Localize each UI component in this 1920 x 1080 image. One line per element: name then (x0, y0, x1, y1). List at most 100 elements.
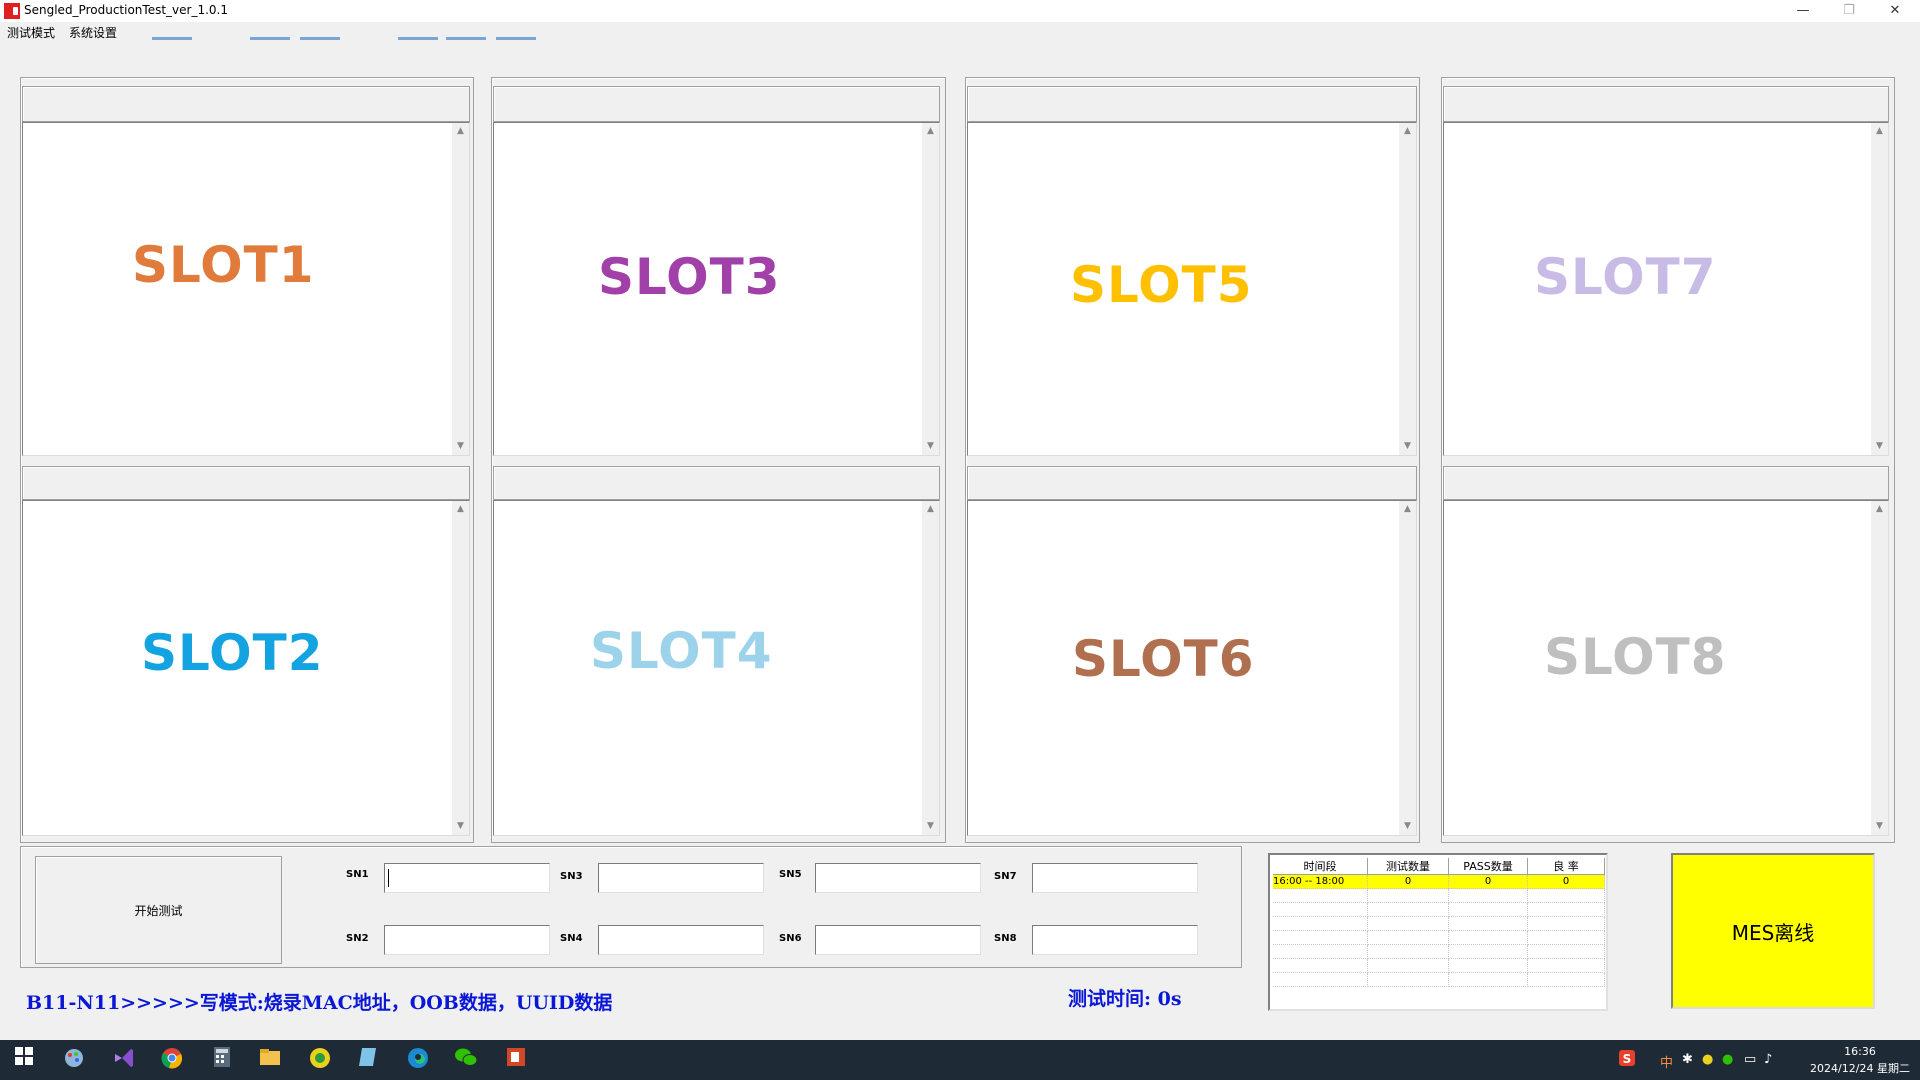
vertical-scrollbar[interactable]: ▲ ▼ (1871, 501, 1888, 835)
vertical-scrollbar[interactable]: ▲ ▼ (1399, 501, 1416, 835)
stats-cell (1367, 930, 1449, 945)
stats-cell (1367, 958, 1449, 973)
chrome-icon[interactable] (158, 1046, 186, 1074)
stats-row[interactable] (1273, 930, 1605, 945)
stats-cell: 0 (1448, 874, 1528, 889)
scroll-down-icon[interactable]: ▼ (452, 438, 469, 455)
scroll-up-icon[interactable]: ▲ (452, 501, 469, 518)
tray-wechat-icon[interactable]: ● (1722, 1052, 1733, 1067)
vertical-scrollbar[interactable]: ▲ ▼ (1871, 123, 1888, 455)
slot-label-4: SLOT4 (590, 622, 773, 680)
notepad-icon[interactable] (354, 1046, 382, 1074)
scroll-up-icon[interactable]: ▲ (452, 123, 469, 140)
sn2-input[interactable] (384, 925, 550, 955)
minimize-button[interactable]: — (1780, 0, 1826, 22)
visual-studio-icon[interactable] (110, 1046, 138, 1074)
stats-cell (1367, 902, 1449, 917)
stats-cell (1273, 888, 1368, 903)
stats-cell (1273, 972, 1368, 987)
slot-header-bar (1443, 86, 1889, 122)
chrome-active-indicator (152, 37, 192, 40)
stats-row[interactable]: 16:00 -- 18:00 0 0 0 (1273, 874, 1605, 889)
stats-row[interactable] (1273, 916, 1605, 931)
sogou-icon[interactable]: S (1618, 1049, 1636, 1071)
sn8-input[interactable] (1032, 925, 1198, 955)
stats-row[interactable] (1273, 888, 1605, 903)
scroll-down-icon[interactable]: ▼ (922, 438, 939, 455)
slot-label-7: SLOT7 (1534, 248, 1717, 306)
wechat-icon[interactable] (452, 1046, 480, 1074)
stats-cell (1448, 930, 1528, 945)
stats-cell (1273, 902, 1368, 917)
scroll-down-icon[interactable]: ▼ (1399, 818, 1416, 835)
stats-cell (1527, 958, 1605, 973)
network-icon[interactable]: ▭ (1744, 1052, 1756, 1067)
edge-active-indicator (398, 37, 438, 40)
sn7-label: SN7 (994, 871, 1017, 882)
slot-label-1: SLOT1 (132, 236, 315, 294)
sn8-label: SN8 (994, 933, 1017, 944)
stats-row[interactable] (1273, 944, 1605, 959)
scroll-up-icon[interactable]: ▲ (1871, 123, 1888, 140)
sn5-input[interactable] (815, 863, 981, 893)
stats-row[interactable] (1273, 972, 1605, 987)
test-time-text: 测试时间: 0s (1068, 988, 1182, 1010)
vertical-scrollbar[interactable]: ▲ ▼ (452, 501, 469, 835)
stats-row[interactable] (1273, 902, 1605, 917)
calculator-icon[interactable] (208, 1046, 236, 1074)
scroll-up-icon[interactable]: ▲ (1399, 501, 1416, 518)
col-header-pass-count: PASS数量 (1448, 858, 1528, 875)
scroll-up-icon[interactable]: ▲ (1399, 123, 1416, 140)
stats-cell (1527, 916, 1605, 931)
stats-cell (1273, 958, 1368, 973)
scroll-down-icon[interactable]: ▼ (1871, 438, 1888, 455)
start-test-button[interactable]: 开始测试 (35, 856, 282, 964)
mes-status-indicator[interactable]: MES离线 (1671, 853, 1875, 1009)
file-explorer-icon[interactable] (256, 1046, 284, 1074)
slot-header-bar (967, 86, 1417, 122)
stats-cell (1367, 972, 1449, 987)
sn1-input[interactable] (384, 863, 550, 893)
mode-status-text: B11-N11>>>>>写模式:烧录MAC地址，OOB数据，UUID数据 (26, 992, 613, 1014)
scroll-down-icon[interactable]: ▼ (1871, 818, 1888, 835)
scroll-up-icon[interactable]: ▲ (1871, 501, 1888, 518)
scroll-down-icon[interactable]: ▼ (1399, 438, 1416, 455)
col-header-period: 时间段 (1273, 858, 1368, 875)
scroll-down-icon[interactable]: ▼ (452, 818, 469, 835)
windows-icon[interactable] (10, 1046, 38, 1074)
sn7-input[interactable] (1032, 863, 1198, 893)
app-active-indicator (300, 37, 340, 40)
tray-circle-icon[interactable]: ● (1702, 1052, 1713, 1067)
sn3-label: SN3 (560, 871, 583, 882)
paint-icon[interactable] (60, 1046, 88, 1074)
vertical-scrollbar[interactable]: ▲ ▼ (1399, 123, 1416, 455)
stats-cell (1448, 888, 1528, 903)
edge-icon[interactable] (404, 1046, 432, 1074)
stats-table-body: 16:00 -- 18:00 0 0 0 (1273, 874, 1605, 987)
vertical-scrollbar[interactable]: ▲ ▼ (452, 123, 469, 455)
vertical-scrollbar[interactable]: ▲ ▼ (922, 123, 939, 455)
ime-indicator[interactable]: 中 (1660, 1052, 1673, 1071)
stats-table-container[interactable]: 时间段 测试数量 PASS数量 良 率 16:00 -- 18:00 0 0 0 (1268, 853, 1608, 1011)
sn3-input[interactable] (598, 863, 764, 893)
stats-row[interactable] (1273, 958, 1605, 973)
maximize-button[interactable]: ❐ (1826, 0, 1872, 22)
sn6-input[interactable] (815, 925, 981, 955)
scroll-up-icon[interactable]: ▲ (922, 501, 939, 518)
stats-cell (1527, 972, 1605, 987)
menu-system-settings[interactable]: 系统设置 (69, 24, 117, 41)
tray-clock[interactable]: 16:36 2024/12/24 星期二 (1800, 1043, 1920, 1077)
scroll-up-icon[interactable]: ▲ (922, 123, 939, 140)
sn4-input[interactable] (598, 925, 764, 955)
volume-icon[interactable]: ♪ (1764, 1052, 1772, 1067)
tray-app-icon[interactable]: ✱ (1682, 1052, 1693, 1067)
sn5-label: SN5 (779, 869, 802, 880)
app-icon[interactable] (306, 1046, 334, 1074)
sn1-label: SN1 (346, 869, 369, 880)
scroll-down-icon[interactable]: ▼ (922, 818, 939, 835)
stats-cell (1527, 944, 1605, 959)
vertical-scrollbar[interactable]: ▲ ▼ (922, 501, 939, 835)
powerpoint-icon[interactable] (502, 1046, 530, 1074)
close-button[interactable]: ✕ (1872, 0, 1918, 22)
menu-test-mode[interactable]: 测试模式 (7, 24, 55, 41)
